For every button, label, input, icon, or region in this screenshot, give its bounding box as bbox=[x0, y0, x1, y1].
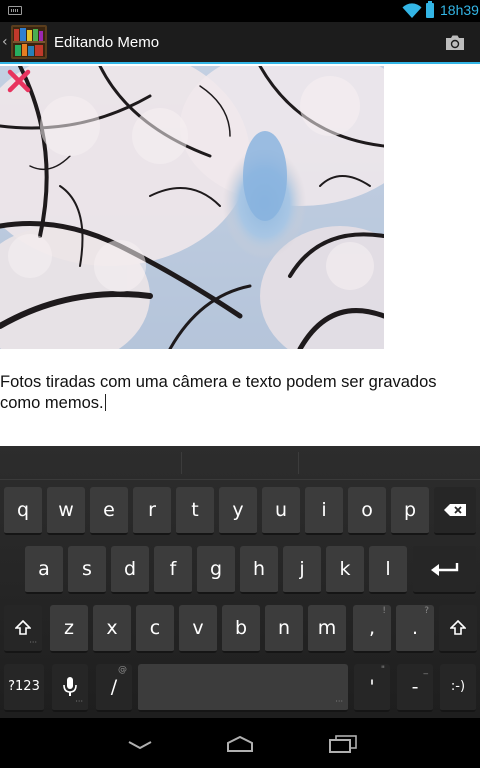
suggestion-divider bbox=[298, 452, 299, 474]
slash-key-hint: @ bbox=[118, 665, 127, 675]
key-x[interactable]: x bbox=[93, 605, 131, 653]
apostrophe-key[interactable]: ' " bbox=[354, 664, 390, 712]
key-r[interactable]: r bbox=[133, 487, 171, 535]
more-dots: ··· bbox=[29, 638, 37, 647]
key-t[interactable]: t bbox=[176, 487, 214, 535]
key-i[interactable]: i bbox=[305, 487, 343, 535]
remove-photo-icon[interactable] bbox=[6, 68, 32, 94]
key-comma[interactable]: , ! bbox=[353, 605, 391, 653]
more-dots: ··· bbox=[335, 697, 343, 706]
key-v[interactable]: v bbox=[179, 605, 217, 653]
key-l[interactable]: l bbox=[369, 546, 407, 594]
key-u[interactable]: u bbox=[262, 487, 300, 535]
navigation-bar bbox=[0, 718, 480, 768]
shift-key-left[interactable]: ··· bbox=[4, 605, 42, 653]
key-z[interactable]: z bbox=[50, 605, 88, 653]
memo-photo[interactable] bbox=[0, 66, 384, 349]
apostrophe-key-label: ' bbox=[369, 676, 375, 698]
backspace-key[interactable] bbox=[434, 487, 476, 535]
key-c[interactable]: c bbox=[136, 605, 174, 653]
home-icon[interactable] bbox=[225, 736, 255, 752]
keyboard-notification-icon bbox=[8, 6, 22, 15]
memo-editor: Fotos tiradas com uma câmera e texto pod… bbox=[0, 64, 480, 446]
key-p[interactable]: p bbox=[391, 487, 429, 535]
back-chevron-icon[interactable]: ‹ bbox=[2, 34, 8, 50]
key-q[interactable]: q bbox=[4, 487, 42, 535]
key-y[interactable]: y bbox=[219, 487, 257, 535]
shift-icon bbox=[15, 620, 31, 635]
slash-key-label: / bbox=[110, 676, 118, 698]
app-logo-icon[interactable] bbox=[10, 24, 48, 60]
dash-key-label: - bbox=[411, 676, 419, 698]
back-icon[interactable] bbox=[127, 740, 153, 750]
key-f[interactable]: f bbox=[154, 546, 192, 594]
key-comma-label: , bbox=[368, 617, 376, 639]
key-period-label: . bbox=[411, 617, 419, 639]
key-g[interactable]: g bbox=[197, 546, 235, 594]
enter-key[interactable] bbox=[413, 546, 476, 594]
key-e[interactable]: e bbox=[90, 487, 128, 535]
key-s[interactable]: s bbox=[68, 546, 106, 594]
wifi-icon bbox=[402, 3, 422, 19]
enter-arrow-icon bbox=[430, 563, 458, 576]
suggestion-divider bbox=[181, 452, 182, 474]
action-bar: ‹ Editando Memo bbox=[0, 22, 480, 64]
key-h[interactable]: h bbox=[240, 546, 278, 594]
soft-keyboard: q w e r t y u i o p a s d f g h j k l ··… bbox=[0, 446, 480, 718]
status-bar: 18h39 bbox=[0, 0, 480, 22]
battery-icon bbox=[426, 1, 434, 18]
camera-icon[interactable] bbox=[444, 34, 466, 52]
suggestion-strip[interactable] bbox=[0, 446, 480, 480]
emoticon-key[interactable]: :-) bbox=[440, 664, 476, 712]
key-d[interactable]: d bbox=[111, 546, 149, 594]
clock: 18h39 bbox=[440, 2, 479, 18]
key-j[interactable]: j bbox=[283, 546, 321, 594]
recent-apps-icon[interactable] bbox=[328, 735, 358, 753]
space-bar[interactable]: ··· bbox=[138, 664, 348, 712]
backspace-icon bbox=[444, 504, 466, 516]
shift-key-right[interactable] bbox=[439, 605, 477, 653]
memo-text-value: Fotos tiradas com uma câmera e texto pod… bbox=[0, 373, 437, 412]
dash-key[interactable]: - _ bbox=[397, 664, 433, 712]
dash-key-hint: _ bbox=[423, 665, 429, 675]
key-comma-hint: ! bbox=[382, 606, 386, 616]
key-k[interactable]: k bbox=[326, 546, 364, 594]
apostrophe-key-hint: " bbox=[380, 665, 385, 675]
symbols-key[interactable]: ?123 bbox=[4, 664, 44, 712]
text-caret bbox=[104, 394, 106, 411]
key-period[interactable]: . ? bbox=[396, 605, 434, 653]
key-m[interactable]: m bbox=[308, 605, 346, 653]
slash-key[interactable]: / @ bbox=[96, 664, 132, 712]
page-title: Editando Memo bbox=[54, 34, 160, 51]
key-a[interactable]: a bbox=[25, 546, 63, 594]
key-b[interactable]: b bbox=[222, 605, 260, 653]
shift-icon bbox=[450, 620, 466, 635]
key-w[interactable]: w bbox=[47, 487, 85, 535]
microphone-icon bbox=[63, 677, 77, 696]
memo-text-field[interactable]: Fotos tiradas com uma câmera e texto pod… bbox=[0, 372, 476, 414]
voice-input-key[interactable]: ··· bbox=[52, 664, 88, 712]
key-n[interactable]: n bbox=[265, 605, 303, 653]
more-dots: ··· bbox=[75, 697, 83, 706]
key-period-hint: ? bbox=[424, 606, 429, 616]
key-o[interactable]: o bbox=[348, 487, 386, 535]
